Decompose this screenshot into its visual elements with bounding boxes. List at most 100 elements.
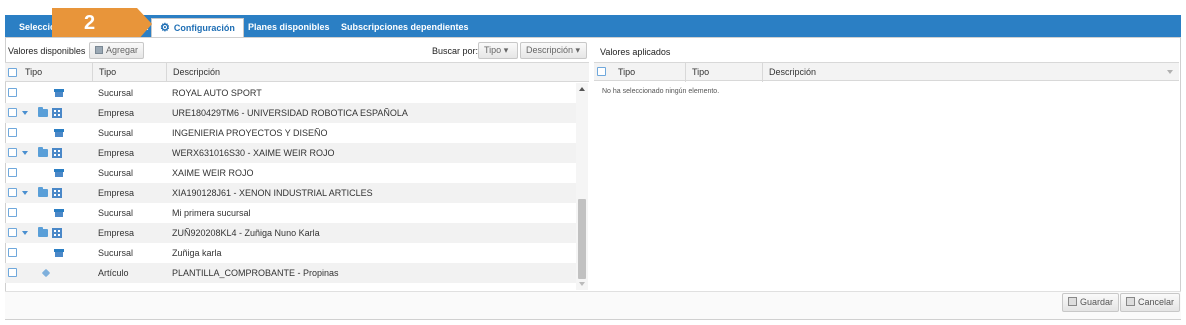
left-toolbar: Valores disponibles Agregar Buscar por: … [5, 41, 588, 61]
table-row[interactable]: Sucursal Mi primera sucursal [5, 203, 577, 223]
select-all-checkbox[interactable] [8, 68, 17, 77]
store-icon [54, 169, 64, 177]
tab-planes-disponibles[interactable]: Planes disponibles [240, 18, 338, 37]
row-type: Artículo [98, 268, 129, 278]
scroll-down-icon[interactable] [579, 282, 585, 286]
store-icon [54, 89, 64, 97]
gear-icon: ⚙ [160, 22, 170, 34]
row-description: ZUÑ920208KL4 - Zuñiga Nuno Karla [172, 228, 320, 238]
row-type: Empresa [98, 148, 135, 158]
add-icon [95, 46, 103, 54]
tab-subscripciones-dependientes[interactable]: Subscripciones dependientes [333, 18, 477, 37]
store-icon [54, 129, 64, 137]
column-header-descripcion[interactable]: Descripción [166, 63, 577, 82]
table-row[interactable]: Sucursal INGENIERIA PROYECTOS Y DISEÑO [5, 123, 577, 143]
applied-column-header-tipo[interactable]: Tipo [685, 63, 761, 82]
available-values-title: Valores disponibles [8, 46, 86, 56]
save-icon [1068, 297, 1077, 306]
row-type: Sucursal [98, 168, 134, 178]
available-values-grid: Tipo Tipo Descripción Sucursal ROYAL AUTO… [5, 62, 589, 290]
expand-icon[interactable] [22, 191, 28, 195]
grid-scrollbar[interactable] [576, 83, 588, 290]
folder-icon [38, 107, 48, 117]
chevron-down-icon: ▾ [575, 45, 581, 55]
step-number: 2 [84, 12, 96, 34]
tab-configuracion[interactable]: ⚙ Configuración [151, 18, 244, 37]
save-button-label: Guardar [1080, 297, 1114, 307]
search-type-dropdown[interactable]: Tipo ▾ [478, 42, 518, 59]
row-checkbox[interactable] [8, 188, 17, 197]
row-type: Empresa [98, 108, 135, 118]
applied-grid-header: Tipo Tipo Descripción [594, 62, 1179, 82]
row-checkbox[interactable] [8, 168, 17, 177]
grid-header: Tipo Tipo Descripción [5, 63, 589, 82]
search-description-dropdown[interactable]: Descripción ▾ [520, 42, 587, 59]
row-description: XIA190128J61 - XENON INDUSTRIAL ARTICLES [172, 188, 373, 198]
row-checkbox[interactable] [8, 208, 17, 217]
footer: Guardar Cancelar [5, 291, 1181, 319]
row-checkbox[interactable] [8, 148, 17, 157]
expand-icon[interactable] [22, 111, 28, 115]
tab-bar: Selecció a ⚙Configuración Planes disponi… [5, 15, 1181, 37]
applied-column-header-tipo-icon[interactable]: Tipo [612, 63, 684, 82]
cancel-icon [1126, 297, 1135, 306]
row-checkbox[interactable] [8, 108, 17, 117]
store-icon [54, 249, 64, 257]
folder-icon [38, 187, 48, 197]
folder-icon [38, 147, 48, 157]
column-menu-icon[interactable] [1167, 70, 1173, 74]
row-description: PLANTILLA_COMPROBANTE - Propinas [172, 268, 339, 278]
row-checkbox[interactable] [8, 268, 17, 277]
cancel-button-label: Cancelar [1138, 297, 1175, 307]
building-icon [52, 108, 62, 118]
table-row[interactable]: Empresa URE180429TM6 - UNIVERSIDAD ROBOTI… [5, 103, 577, 123]
store-icon [54, 209, 64, 217]
applied-select-all-checkbox[interactable] [597, 67, 606, 76]
building-icon [52, 188, 62, 198]
row-description: XAIME WEIR ROJO [172, 168, 254, 178]
row-description: URE180429TM6 - UNIVERSIDAD ROBOTICA ESPA… [172, 108, 408, 118]
row-type: Sucursal [98, 88, 134, 98]
add-button-label: Agregar [106, 45, 139, 55]
table-row[interactable]: Sucursal ROYAL AUTO SPORT [5, 83, 577, 103]
tab-configuracion-label: Configuración [173, 23, 235, 33]
table-row[interactable]: Sucursal Zuñiga karla [5, 243, 577, 263]
applied-column-header-descripcion[interactable]: Descripción [762, 63, 1167, 82]
row-type: Empresa [98, 188, 135, 198]
column-header-tipo[interactable]: Tipo [92, 63, 166, 82]
building-icon [52, 228, 62, 238]
tag-icon [41, 268, 51, 278]
row-checkbox[interactable] [8, 88, 17, 97]
row-description: Mi primera sucursal [172, 208, 251, 218]
column-header-tipo-icon[interactable]: Tipo [19, 63, 91, 82]
row-description: Zuñiga karla [172, 248, 222, 258]
row-description: WERX631016S30 - XAIME WEIR ROJO [172, 148, 335, 158]
chevron-down-icon: ▾ [503, 45, 509, 55]
applied-values-panel: Valores aplicados Tipo Tipo Descripción … [594, 43, 1179, 291]
expand-icon[interactable] [22, 231, 28, 235]
cancel-button[interactable]: Cancelar [1120, 293, 1181, 312]
search-description-label: Descripción [526, 45, 574, 55]
empty-message: No ha seleccionado ningún elemento. [602, 88, 720, 95]
table-row[interactable]: Artículo PLANTILLA_COMPROBANTE - Propinas [5, 263, 577, 283]
row-type: Sucursal [98, 208, 134, 218]
scroll-up-icon[interactable] [579, 87, 585, 91]
table-row[interactable]: Empresa ZUÑ920208KL4 - Zuñiga Nuno Karla [5, 223, 577, 243]
row-description: ROYAL AUTO SPORT [172, 88, 262, 98]
row-checkbox[interactable] [8, 128, 17, 137]
search-type-label: Tipo [484, 45, 502, 55]
save-button[interactable]: Guardar [1062, 293, 1120, 312]
expand-icon[interactable] [22, 151, 28, 155]
search-by-label: Buscar por: [432, 46, 479, 56]
row-type: Sucursal [98, 128, 134, 138]
building-icon [52, 148, 62, 158]
scrollbar-thumb[interactable] [578, 199, 586, 279]
add-button[interactable]: Agregar [89, 42, 145, 59]
applied-values-title: Valores aplicados [600, 47, 671, 57]
table-row[interactable]: Empresa XIA190128J61 - XENON INDUSTRIAL A… [5, 183, 577, 203]
table-row[interactable]: Sucursal XAIME WEIR ROJO [5, 163, 577, 183]
folder-icon [38, 227, 48, 237]
table-row[interactable]: Empresa WERX631016S30 - XAIME WEIR ROJO [5, 143, 577, 163]
row-checkbox[interactable] [8, 248, 17, 257]
row-checkbox[interactable] [8, 228, 17, 237]
